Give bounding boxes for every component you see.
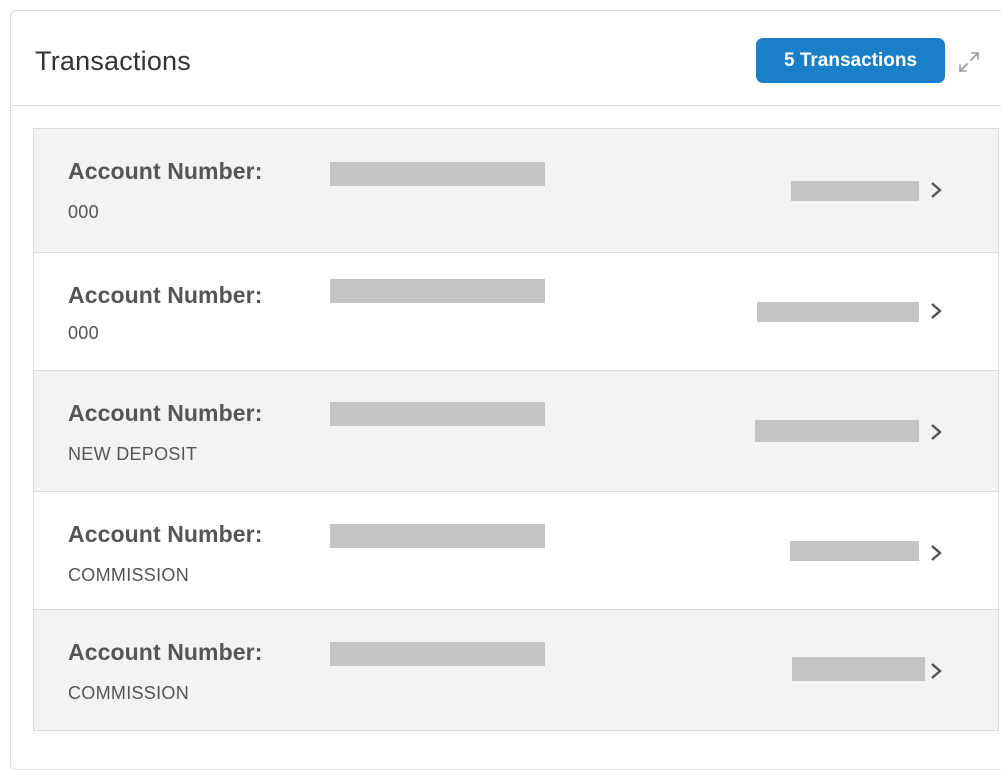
redacted-amount: [757, 302, 919, 322]
panel-title: Transactions: [35, 46, 191, 76]
transactions-count-badge[interactable]: 5 Transactions: [756, 38, 945, 83]
redacted-account-number: [330, 642, 545, 666]
account-number-label: Account Number:: [68, 158, 263, 184]
transaction-type: COMMISSION: [68, 565, 190, 585]
redacted-account-number: [330, 524, 545, 548]
chevron-right-icon: [931, 424, 942, 440]
transaction-type: NEW DEPOSIT: [68, 444, 198, 464]
redacted-amount: [792, 657, 925, 681]
transaction-row[interactable]: Account Number: 000: [34, 129, 998, 253]
chevron-right-icon: [931, 663, 942, 679]
redacted-amount: [791, 181, 919, 201]
transaction-type: 000: [68, 323, 99, 343]
transaction-row[interactable]: Account Number: COMMISSION: [34, 492, 998, 610]
panel-header: Transactions 5 Transactions: [11, 11, 1001, 106]
chevron-right-icon: [931, 303, 942, 319]
redacted-account-number: [330, 279, 545, 303]
account-number-label: Account Number:: [68, 521, 263, 547]
transaction-row[interactable]: Account Number: COMMISSION: [34, 610, 998, 730]
redacted-account-number: [330, 402, 545, 426]
account-number-label: Account Number:: [68, 639, 263, 665]
redacted-amount: [755, 420, 919, 442]
transaction-list: Account Number: 000 Account Number: 000 …: [33, 128, 999, 731]
expand-icon[interactable]: [956, 49, 982, 75]
transaction-row[interactable]: Account Number: 000: [34, 253, 998, 371]
transaction-type: 000: [68, 202, 99, 222]
chevron-right-icon: [931, 545, 942, 561]
account-number-label: Account Number:: [68, 282, 263, 308]
transaction-type: COMMISSION: [68, 683, 190, 703]
transaction-row[interactable]: Account Number: NEW DEPOSIT: [34, 371, 998, 492]
redacted-amount: [790, 541, 919, 561]
chevron-right-icon: [931, 182, 942, 198]
account-number-label: Account Number:: [68, 400, 263, 426]
redacted-account-number: [330, 162, 545, 186]
transactions-panel: Transactions 5 Transactions Account Numb…: [10, 10, 1001, 770]
